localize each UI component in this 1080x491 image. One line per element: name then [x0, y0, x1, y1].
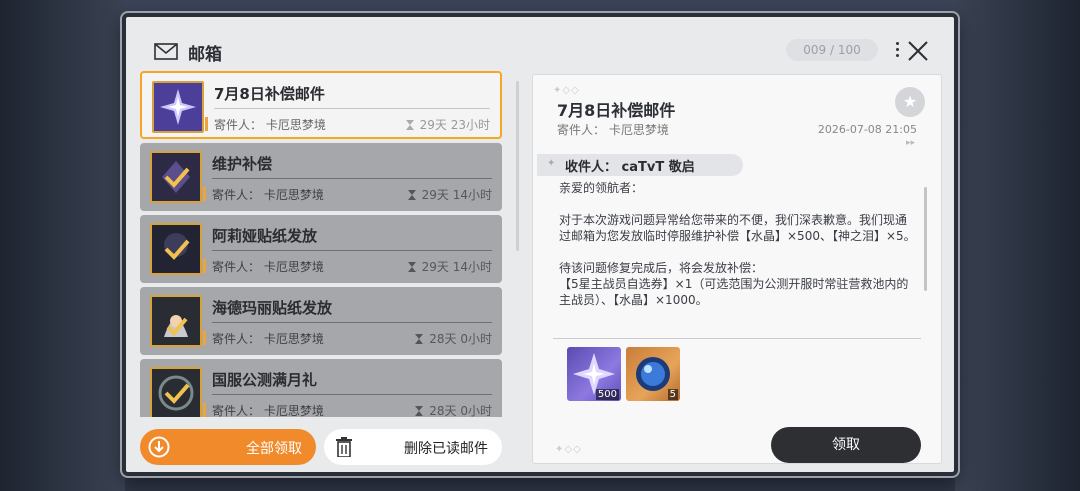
divider [212, 178, 492, 179]
mail-icon [154, 43, 178, 60]
delete-read-label: 删除已读邮件 [404, 441, 488, 457]
accent-bar [203, 403, 206, 417]
detail-date: 2026-07-08 21:05 [817, 123, 917, 136]
mail-sender: 寄件人： 卡厄思梦境 [214, 118, 326, 132]
claim-all-label: 全部领取 [246, 441, 302, 457]
mail-thumbnail [150, 151, 202, 203]
mail-paragraph: 对于本次游戏问题异常给您带来的不便，我们深表歉意。我们现通过邮箱为您发放临时停服… [559, 213, 916, 243]
hourglass-icon [407, 262, 416, 272]
decoration: ▸▸ [905, 138, 915, 148]
claim-all-button[interactable]: 全部领取 [140, 429, 316, 465]
mail-subject: 国服公测满月礼 [212, 371, 318, 389]
mail-body-scrollbar[interactable] [924, 187, 927, 291]
download-icon [148, 436, 170, 458]
mail-thumbnail [150, 223, 202, 275]
mail-thumbnail [150, 367, 202, 417]
attachment-qty: 500 [595, 389, 619, 400]
mail-sender: 寄件人： 卡厄思梦境 [212, 260, 324, 274]
mail-subject: 阿莉娅贴纸发放 [212, 227, 318, 245]
mail-item[interactable]: 7月8日补偿邮件 寄件人： 卡厄思梦境 29天 23小时 [140, 71, 502, 139]
divider [553, 338, 921, 339]
background-left [0, 0, 125, 491]
detail-sender: 寄件人： 卡厄思梦境 [557, 123, 669, 137]
mail-time-left: 28天 0小时 [415, 402, 492, 417]
mail-item[interactable]: 维护补偿 寄件人： 卡厄思梦境 29天 14小时 [140, 143, 502, 211]
accent-bar [203, 331, 206, 345]
attachment-crystal[interactable]: 500 [567, 347, 621, 401]
mail-time-left: 29天 23小时 [405, 116, 490, 133]
mail-subject: 海德玛丽贴纸发放 [212, 299, 333, 317]
recipient-label: 收件人： caTvT 敬启 [565, 160, 695, 175]
mail-sender: 寄件人： 卡厄思梦境 [212, 332, 324, 346]
hourglass-icon [405, 120, 414, 130]
divider [212, 394, 492, 395]
attachment-tear-of-god[interactable]: 5 [626, 347, 680, 401]
decoration: ✦◇◇ [553, 85, 580, 96]
mail-subject: 7月8日补偿邮件 [214, 85, 325, 103]
mail-list: 7月8日补偿邮件 寄件人： 卡厄思梦境 29天 23小时 维护补偿 寄件人： 卡… [140, 71, 502, 417]
mail-counter: 009 / 100 [786, 39, 878, 61]
mail-sender: 寄件人： 卡厄思梦境 [212, 188, 324, 202]
mail-sender: 寄件人： 卡厄思梦境 [212, 404, 324, 417]
mail-subject: 维护补偿 [212, 155, 273, 173]
diamond-icon: ✦ [547, 158, 556, 169]
mail-time-left: 29天 14小时 [407, 258, 492, 275]
trash-icon [336, 437, 352, 457]
hourglass-icon [415, 406, 424, 416]
star-icon[interactable]: ★ [895, 87, 925, 117]
mail-item[interactable]: 国服公测满月礼 寄件人： 卡厄思梦境 28天 0小时 [140, 359, 502, 417]
mail-paragraph: 待该问题修复完成后，将会发放补偿： 【5星主战员自选券】×1（可选范围为公测开服… [559, 261, 909, 307]
mail-detail-panel: ✦◇◇ 7月8日补偿邮件 寄件人： 卡厄思梦境 2026-07-08 21:05… [532, 74, 942, 464]
detail-subject: 7月8日补偿邮件 [557, 101, 676, 120]
mail-item[interactable]: 海德玛丽贴纸发放 寄件人： 卡厄思梦境 28天 0小时 [140, 287, 502, 355]
divider [212, 250, 492, 251]
hourglass-icon [415, 334, 424, 344]
claim-button[interactable]: 领取 [771, 427, 921, 463]
mail-thumbnail [150, 295, 202, 347]
mailbox-window: 邮箱 009 / 100 7月8日补偿邮件 寄件人： 卡厄思梦境 29天 23小… [122, 13, 958, 476]
title-bar: 邮箱 009 / 100 [130, 21, 950, 73]
delete-read-button[interactable]: 删除已读邮件 [324, 429, 502, 465]
window-title: 邮箱 [188, 45, 222, 65]
mail-greeting: 亲爱的领航者： [559, 181, 644, 195]
accent-bar [203, 187, 206, 201]
mail-thumbnail [152, 81, 204, 133]
divider [212, 322, 492, 323]
more-options-icon[interactable] [896, 42, 900, 60]
mail-time-left: 28天 0小时 [415, 330, 492, 347]
hourglass-icon [407, 190, 416, 200]
accent-bar [205, 117, 208, 131]
mail-time-left: 29天 14小时 [407, 186, 492, 203]
divider [214, 108, 490, 109]
close-icon[interactable] [906, 39, 930, 63]
mail-body: 亲爱的领航者： 对于本次游戏问题异常给您带来的不便，我们深表歉意。我们现通过邮箱… [559, 180, 917, 330]
attachment-qty: 5 [667, 389, 678, 400]
accent-bar [203, 259, 206, 273]
mail-list-scrollbar[interactable] [516, 81, 519, 251]
decoration: ✦◇◇ [555, 444, 582, 455]
mail-item[interactable]: 阿莉娅贴纸发放 寄件人： 卡厄思梦境 29天 14小时 [140, 215, 502, 283]
recipient-pill: ✦ 收件人： caTvT 敬启 [537, 154, 743, 176]
background-right [955, 0, 1080, 491]
